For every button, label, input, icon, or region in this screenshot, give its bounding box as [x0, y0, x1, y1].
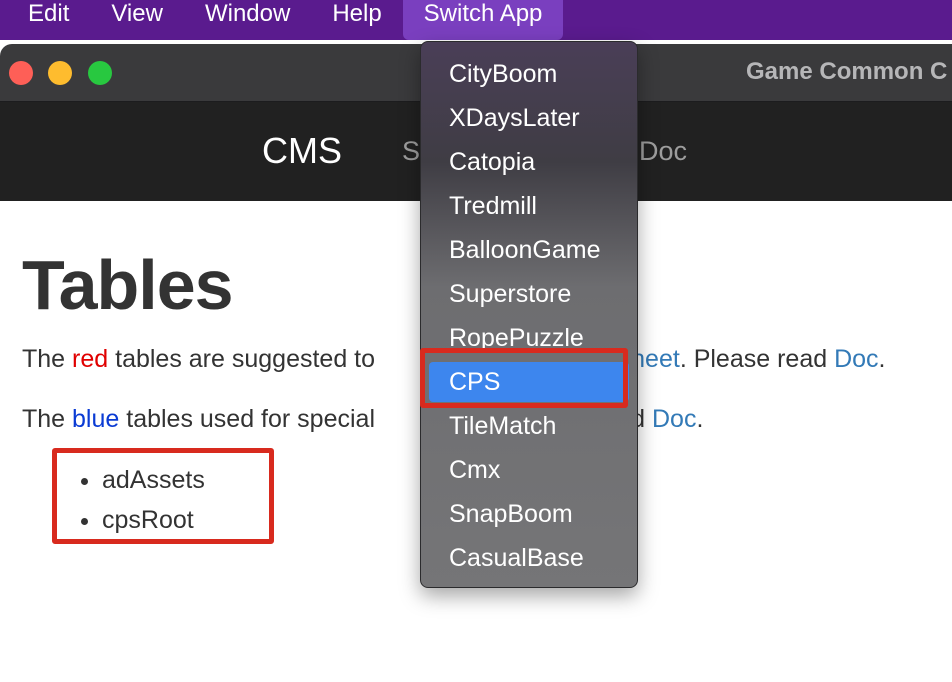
text: tables are suggested to [108, 345, 376, 373]
nav-link-doc[interactable]: Doc [639, 136, 687, 167]
highlight-box-table-list [52, 448, 274, 544]
nav-link-sheet[interactable]: S [402, 136, 420, 167]
text: The [22, 405, 73, 433]
red-word: red [72, 345, 109, 373]
dropdown-item-balloongame[interactable]: BalloonGame [429, 230, 629, 270]
menu-help[interactable]: Help [311, 0, 402, 40]
doc-link[interactable]: Doc [834, 345, 878, 373]
minimize-window-button[interactable] [48, 61, 72, 85]
window-title: Game Common C [746, 58, 948, 85]
dropdown-item-casualbase[interactable]: CasualBase [429, 538, 629, 578]
dropdown-item-tilematch[interactable]: TileMatch [429, 406, 629, 446]
text: . [696, 405, 704, 433]
dropdown-item-cityboom[interactable]: CityBoom [429, 54, 629, 94]
zoom-window-button[interactable] [88, 61, 112, 85]
page-title: Tables [22, 246, 234, 324]
blue-word: blue [72, 405, 120, 433]
text: . Please read [679, 345, 835, 373]
highlight-box-cps [420, 348, 628, 408]
dropdown-item-catopia[interactable]: Catopia [429, 142, 629, 182]
dropdown-item-tredmill[interactable]: Tredmill [429, 186, 629, 226]
dropdown-item-superstore[interactable]: Superstore [429, 274, 629, 314]
text: . [878, 345, 886, 373]
doc-link[interactable]: Doc [652, 405, 696, 433]
switch-app-dropdown: CityBoom XDaysLater Catopia Tredmill Bal… [420, 41, 638, 588]
dropdown-item-snapboom[interactable]: SnapBoom [429, 494, 629, 534]
macos-menu-bar: Edit View Window Help Switch App [0, 0, 952, 40]
dropdown-item-xdayslater[interactable]: XDaysLater [429, 98, 629, 138]
menu-view[interactable]: View [90, 0, 184, 40]
text: tables used for special [119, 405, 375, 433]
close-window-button[interactable] [9, 61, 33, 85]
menu-window[interactable]: Window [184, 0, 311, 40]
menu-edit[interactable]: Edit [0, 0, 90, 40]
dropdown-item-cmx[interactable]: Cmx [429, 450, 629, 490]
menu-switch-app[interactable]: Switch App [402, 0, 564, 40]
navbar-brand[interactable]: CMS [262, 130, 342, 172]
text: The [22, 345, 73, 373]
